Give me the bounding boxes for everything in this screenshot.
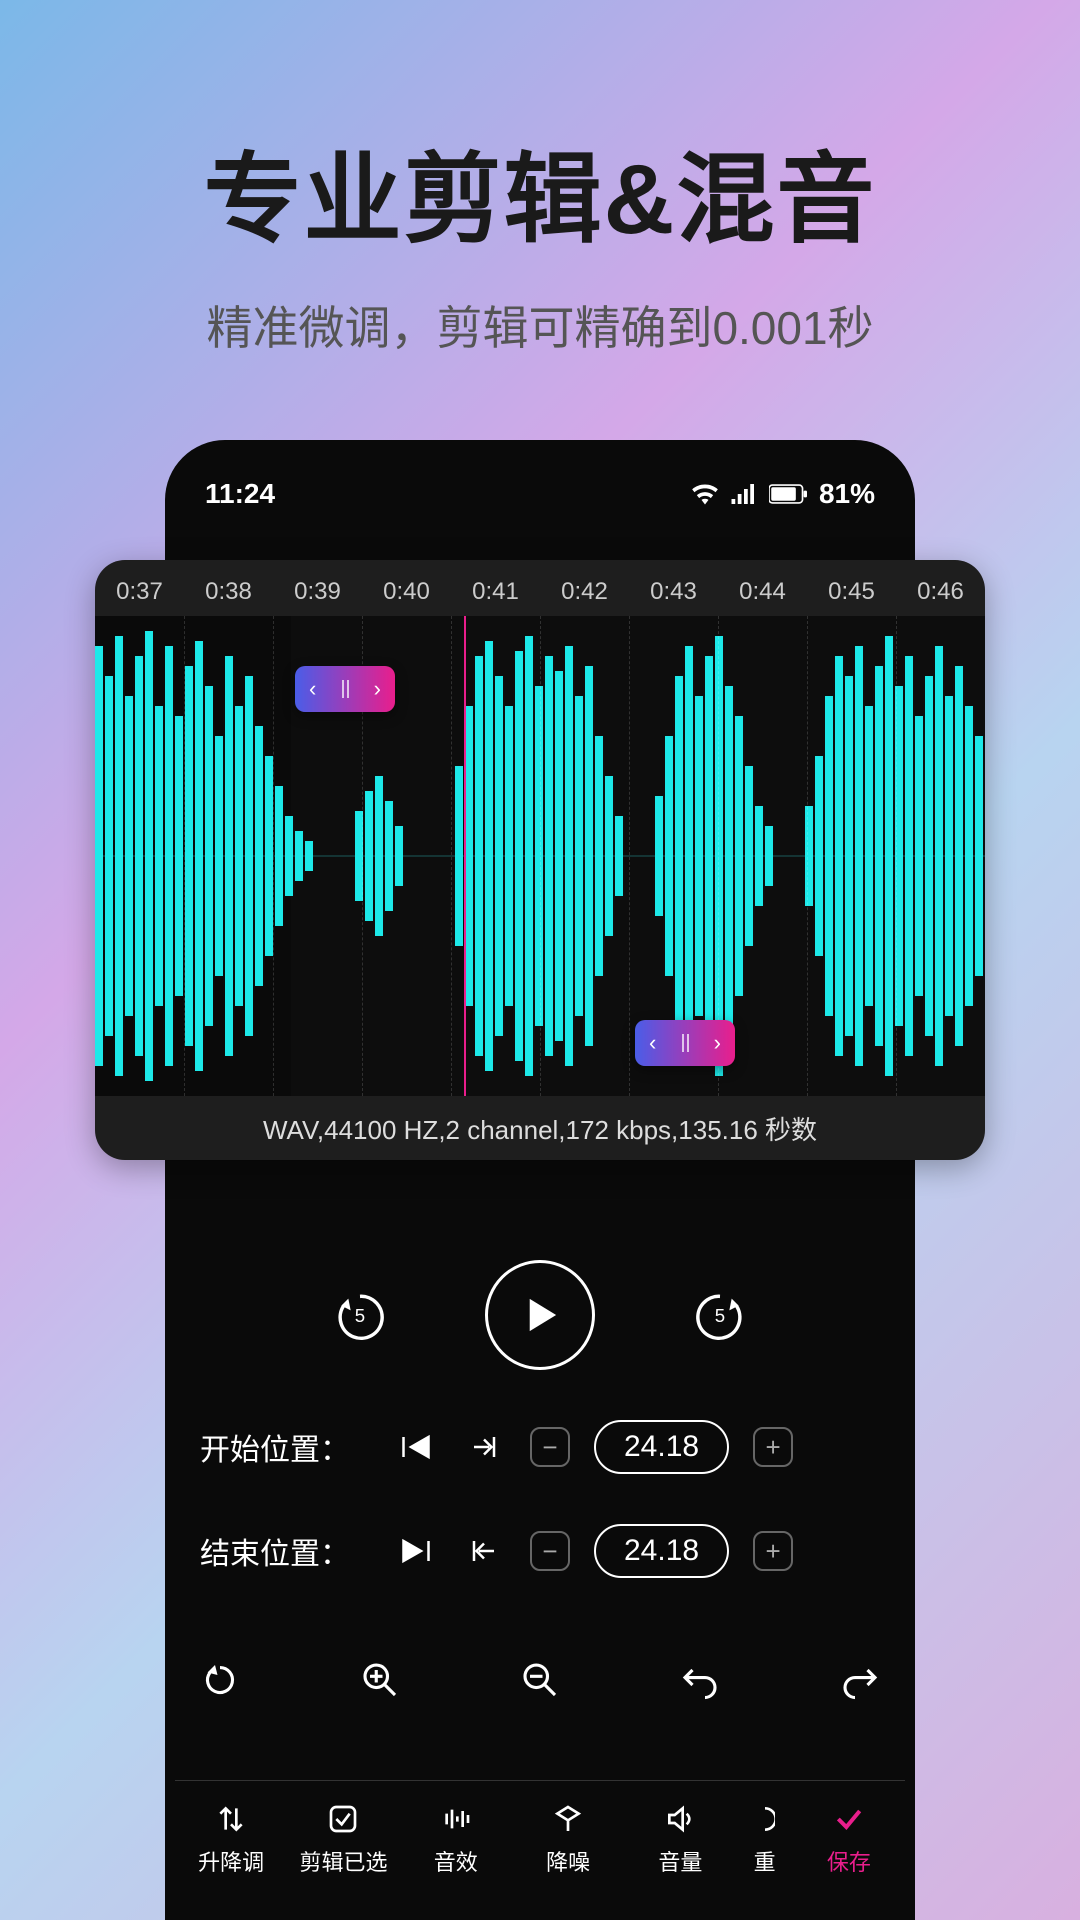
end-value[interactable]: 24.18 xyxy=(594,1524,729,1578)
start-increment-button[interactable]: + xyxy=(753,1427,793,1467)
file-info: WAV,44100 HZ,2 channel,172 kbps,135.16 秒… xyxy=(95,1096,985,1160)
svg-text:5: 5 xyxy=(355,1305,365,1326)
volume-icon xyxy=(664,1801,696,1837)
play-icon xyxy=(518,1293,562,1337)
tool-label: 音效 xyxy=(434,1845,478,1877)
bottom-toolbar: 升降调 剪辑已选 音效 降噪 音量 重 保存 xyxy=(175,1780,905,1877)
pitch-icon xyxy=(215,1801,247,1837)
tool-label: 保存 xyxy=(827,1845,871,1877)
chevron-right-icon: › xyxy=(374,676,381,702)
time-tick: 0:41 xyxy=(451,578,540,606)
time-tick: 0:38 xyxy=(184,578,273,606)
time-tick: 0:37 xyxy=(95,578,184,606)
start-decrement-button[interactable]: − xyxy=(530,1427,570,1467)
time-tick: 0:45 xyxy=(807,578,896,606)
end-increment-button[interactable]: + xyxy=(753,1531,793,1571)
jump-end-icon[interactable] xyxy=(394,1538,438,1564)
step-in-left-icon[interactable] xyxy=(462,1538,506,1564)
tool-label: 升降调 xyxy=(198,1845,264,1877)
waveform-card: 0:37 0:38 0:39 0:40 0:41 0:42 0:43 0:44 … xyxy=(95,560,985,1160)
jump-start-icon[interactable] xyxy=(394,1434,438,1460)
chevron-left-icon: ‹ xyxy=(649,1030,656,1056)
status-bar: 11:24 81% xyxy=(165,460,915,520)
tool-label: 降噪 xyxy=(546,1845,590,1877)
time-tick: 0:40 xyxy=(362,578,451,606)
chevron-left-icon: ‹ xyxy=(309,676,316,702)
start-position-row: 开始位置： − 24.18 + xyxy=(200,1420,880,1474)
svg-text:5: 5 xyxy=(715,1305,725,1326)
tool-more[interactable]: 重 xyxy=(737,1801,793,1877)
status-time: 11:24 xyxy=(205,478,275,510)
position-panel: 开始位置： − 24.18 + 结束位置： − 24.18 + xyxy=(200,1420,880,1628)
zoom-out-button[interactable] xyxy=(520,1660,560,1709)
time-tick: 0:43 xyxy=(629,578,718,606)
zoom-in-button[interactable] xyxy=(360,1660,400,1709)
effects-icon xyxy=(440,1801,472,1837)
time-tick: 0:39 xyxy=(273,578,362,606)
undo-button[interactable] xyxy=(680,1660,720,1709)
selection-handle-end[interactable]: ‹ › xyxy=(635,1020,735,1066)
start-value[interactable]: 24.18 xyxy=(594,1420,729,1474)
playhead[interactable] xyxy=(464,616,466,1096)
time-tick: 0:44 xyxy=(718,578,807,606)
play-button[interactable] xyxy=(485,1260,595,1370)
time-tick: 0:42 xyxy=(540,578,629,606)
end-position-row: 结束位置： − 24.18 + xyxy=(200,1524,880,1578)
battery-percent: 81% xyxy=(819,478,875,510)
skip-forward-button[interactable]: 5 xyxy=(685,1280,755,1350)
denoise-icon xyxy=(552,1801,584,1837)
more-icon xyxy=(755,1801,775,1837)
tool-label: 剪辑已选 xyxy=(299,1845,387,1877)
player-controls: 5 5 xyxy=(165,1260,915,1370)
battery-icon xyxy=(769,484,807,504)
tool-volume[interactable]: 音量 xyxy=(624,1801,736,1877)
skip-back-button[interactable]: 5 xyxy=(325,1280,395,1350)
tool-trim-selected[interactable]: 剪辑已选 xyxy=(287,1801,399,1877)
start-label: 开始位置： xyxy=(200,1425,370,1469)
end-label: 结束位置： xyxy=(200,1529,370,1573)
tool-save[interactable]: 保存 xyxy=(793,1801,905,1877)
time-tick: 0:46 xyxy=(896,578,985,606)
waveform-area[interactable]: ‹ › ‹ › xyxy=(95,616,985,1096)
tool-denoise[interactable]: 降噪 xyxy=(512,1801,624,1877)
tool-label: 重 xyxy=(754,1845,776,1877)
step-in-right-icon[interactable] xyxy=(462,1434,506,1460)
wifi-icon xyxy=(691,483,719,505)
selection-handle-start[interactable]: ‹ › xyxy=(295,666,395,712)
tool-label: 音量 xyxy=(658,1845,702,1877)
check-icon xyxy=(833,1801,865,1837)
refresh-button[interactable] xyxy=(200,1660,240,1709)
edit-actions xyxy=(200,1660,880,1709)
hero-subtitle: 精准微调，剪辑可精确到0.001秒 xyxy=(0,292,1080,358)
end-decrement-button[interactable]: − xyxy=(530,1531,570,1571)
hero-title: 专业剪辑&混音 xyxy=(0,0,1080,262)
chevron-right-icon: › xyxy=(714,1030,721,1056)
select-check-icon xyxy=(327,1801,359,1837)
redo-button[interactable] xyxy=(840,1660,880,1709)
tool-pitch[interactable]: 升降调 xyxy=(175,1801,287,1877)
time-ruler: 0:37 0:38 0:39 0:40 0:41 0:42 0:43 0:44 … xyxy=(95,560,985,616)
signal-icon xyxy=(731,484,757,504)
tool-effects[interactable]: 音效 xyxy=(400,1801,512,1877)
